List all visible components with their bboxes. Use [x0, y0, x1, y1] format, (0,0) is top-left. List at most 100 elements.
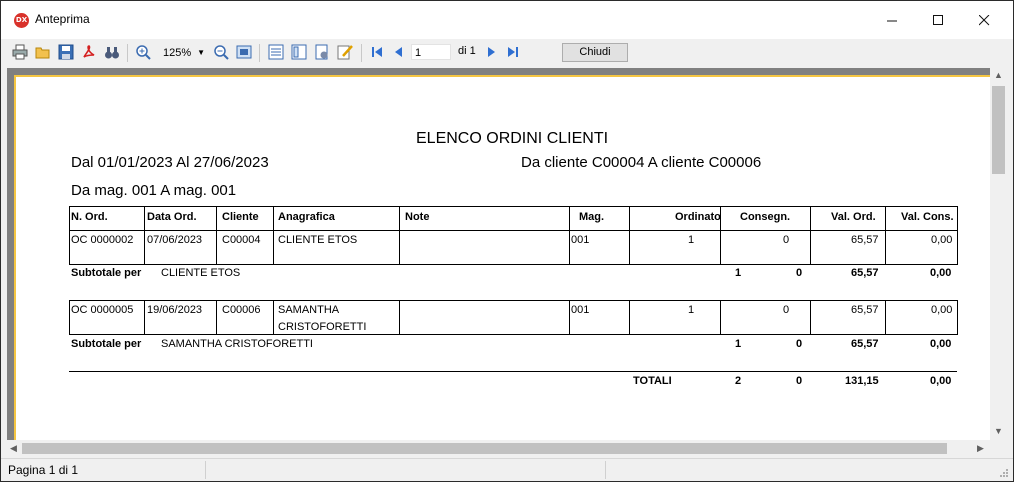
- open-button[interactable]: [34, 43, 52, 61]
- previous-page-button[interactable]: [390, 43, 408, 61]
- order-val-cons: 0,00: [931, 304, 953, 316]
- page-fit-icon: [236, 45, 252, 59]
- first-page-button[interactable]: [368, 43, 386, 61]
- vertical-scroll-thumb[interactable]: [992, 86, 1005, 174]
- report-page: ELENCO ORDINI CLIENTI Dal 01/01/2023 Al …: [14, 75, 990, 440]
- fit-page-button[interactable]: [235, 43, 253, 61]
- report-title: ELENCO ORDINI CLIENTI: [416, 130, 609, 147]
- order-val-ord: 65,57: [851, 304, 879, 316]
- edit-button[interactable]: [336, 43, 354, 61]
- totals-val-cons: 0,00: [930, 375, 952, 387]
- header-note: Note: [405, 211, 430, 223]
- toolbar-separator: [361, 44, 362, 62]
- order-name-line2: CRISTOFORETTI: [278, 321, 367, 333]
- zoom-select[interactable]: 125% ▼: [159, 44, 209, 61]
- scroll-down-icon[interactable]: ▼: [994, 426, 1003, 436]
- subtotal-val-ord: 65,57: [851, 338, 879, 350]
- maximize-button[interactable]: [915, 1, 961, 39]
- edit-icon: [337, 45, 353, 60]
- page-settings-button[interactable]: [313, 43, 331, 61]
- last-page-button[interactable]: [504, 43, 522, 61]
- status-page: Pagina 1 di 1: [8, 463, 79, 477]
- subtotal-name: CLIENTE ETOS: [161, 267, 241, 279]
- toolbar-separator: [259, 44, 260, 62]
- order-mag: 001: [571, 304, 590, 316]
- preview-viewport: ELENCO ORDINI CLIENTI Dal 01/01/2023 Al …: [7, 68, 990, 440]
- zoom-out-button[interactable]: [212, 43, 230, 61]
- header-ordinato: Ordinato: [675, 211, 721, 223]
- toolbar-separator: [127, 44, 128, 62]
- header-name: Anagrafica: [278, 211, 335, 223]
- page-number-input[interactable]: 1: [411, 44, 451, 60]
- col-line: [810, 206, 811, 265]
- outline-icon: [268, 44, 284, 60]
- minimize-button[interactable]: [869, 1, 915, 39]
- order-val-ord: 65,57: [851, 234, 879, 246]
- col-line: [629, 206, 630, 265]
- order-client: C00006: [222, 304, 261, 316]
- header-mag: Mag.: [579, 211, 605, 223]
- row-top-line: [69, 300, 957, 301]
- header-val-cons: Val. Cons.: [901, 211, 954, 223]
- horizontal-scroll-thumb[interactable]: [22, 443, 947, 454]
- app-icon: DX: [14, 13, 29, 28]
- client-range: Da cliente C00004 A cliente C00006: [521, 154, 762, 171]
- order-val-cons: 0,00: [931, 234, 953, 246]
- col-line: [216, 206, 217, 265]
- col-line: [69, 300, 70, 335]
- save-icon: [58, 44, 74, 60]
- order-consegn: 0: [783, 234, 790, 246]
- subtotal-val-cons: 0,00: [930, 267, 952, 279]
- totals-ordinato: 2: [735, 375, 742, 387]
- subtotal-val-ord: 65,57: [851, 267, 879, 279]
- col-line: [957, 300, 958, 335]
- minimize-icon: [886, 20, 897, 21]
- order-mag: 001: [571, 234, 590, 246]
- col-line: [720, 300, 721, 335]
- print-button[interactable]: [11, 43, 29, 61]
- col-line: [216, 300, 217, 335]
- col-line: [399, 206, 400, 265]
- scroll-up-icon[interactable]: ▲: [994, 70, 1003, 80]
- outline-button[interactable]: [267, 43, 285, 61]
- folder-open-icon: [35, 47, 50, 59]
- header-top-line: [69, 206, 957, 207]
- totals-label: TOTALI: [633, 375, 672, 387]
- row-bottom-line: [69, 334, 957, 335]
- resize-grip-icon[interactable]: [998, 467, 1009, 478]
- subtotal-ordinato: 1: [735, 338, 742, 350]
- find-button[interactable]: [103, 43, 121, 61]
- next-page-button[interactable]: [482, 43, 500, 61]
- subtotal-ordinato: 1: [735, 267, 742, 279]
- scroll-right-icon[interactable]: ▶: [977, 443, 984, 454]
- horizontal-scrollbar[interactable]: ◀ ▶: [7, 440, 990, 457]
- close-icon: [978, 14, 989, 25]
- status-divider: [205, 461, 206, 479]
- vertical-scrollbar[interactable]: ▲ ▼: [990, 68, 1007, 440]
- store-range: Da mag. 001 A mag. 001: [71, 182, 237, 199]
- col-line: [957, 206, 958, 265]
- binoculars-icon: [105, 47, 119, 59]
- subtotal-consegn: 0: [796, 267, 803, 279]
- save-button[interactable]: [57, 43, 75, 61]
- header-bottom-line: [69, 230, 957, 231]
- print-icon: [12, 44, 28, 60]
- order-ordinato: 1: [688, 234, 695, 246]
- thumbnails-button[interactable]: [290, 43, 308, 61]
- close-preview-button[interactable]: Chiudi: [562, 43, 628, 62]
- col-line: [144, 300, 145, 335]
- scroll-left-icon[interactable]: ◀: [10, 443, 17, 454]
- zoom-in-button[interactable]: [134, 43, 152, 61]
- col-line: [720, 206, 721, 265]
- subtotal-name: SAMANTHA CRISTOFORETTI: [161, 338, 313, 350]
- col-line: [569, 206, 570, 265]
- zoom-out-icon: [214, 45, 229, 60]
- subtotal-label: Subtotale per: [71, 267, 142, 279]
- subtotal-val-cons: 0,00: [930, 338, 952, 350]
- close-window-button[interactable]: [961, 1, 1007, 39]
- col-line: [629, 300, 630, 335]
- export-pdf-button[interactable]: [80, 43, 98, 61]
- col-line: [885, 206, 886, 265]
- col-line: [399, 300, 400, 335]
- chevron-down-icon: ▼: [197, 48, 206, 57]
